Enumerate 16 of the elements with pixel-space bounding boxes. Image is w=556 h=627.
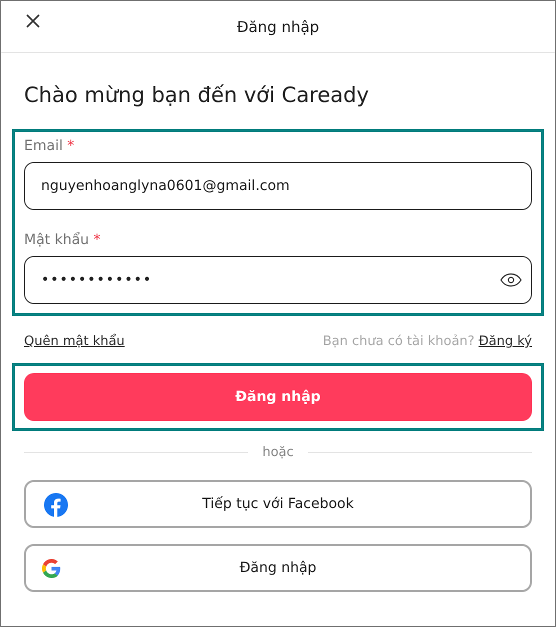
eye-icon[interactable] [500,273,522,287]
divider-text: hoặc [262,445,294,460]
signup-prompt: Bạn chưa có tài khoản? [322,334,475,349]
google-icon [42,559,61,578]
field-label: Mật khẩu * [24,232,102,248]
signup-link[interactable]: Đăng ký [478,334,532,349]
email-field[interactable]: nguyenhoanglyna0601@gmail.com [24,162,532,210]
close-icon[interactable] [25,13,41,29]
google-login-button[interactable]: Đăng nhập [24,544,532,592]
facebook-icon [44,493,68,517]
field-label: Email * [24,138,76,154]
password-field[interactable]: •••••••••••• [24,256,532,304]
forgot-password-link[interactable]: Quên mật khẩu [24,334,125,349]
welcome-heading: Chào mừng bạn đến với Caready [24,83,370,107]
dialog-title: Đăng nhập [236,18,320,36]
facebook-login-button[interactable]: Tiếp tục với Facebook [24,480,532,528]
